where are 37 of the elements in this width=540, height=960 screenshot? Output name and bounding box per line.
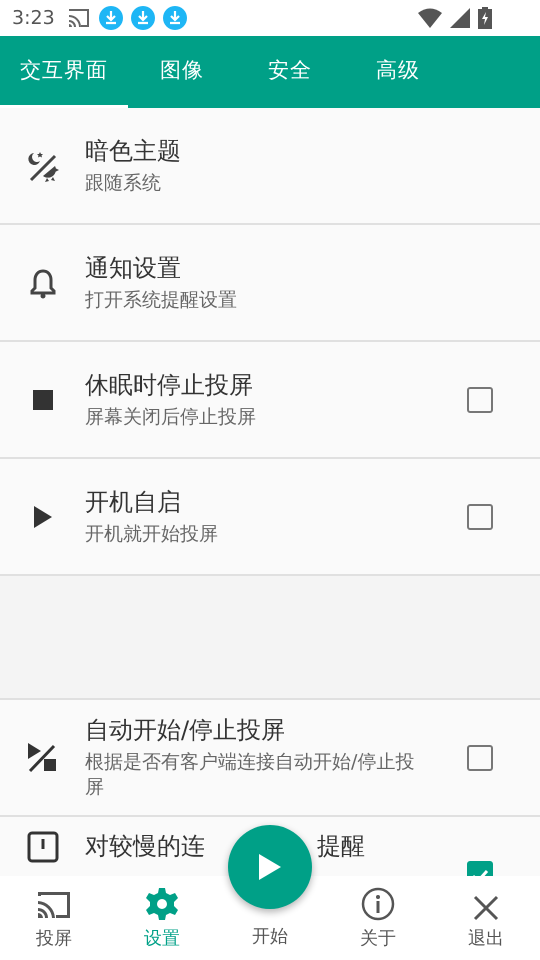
wifi-icon [418,8,442,28]
status-time: 3:23 [12,6,55,31]
nav-label: 开始 [252,925,288,949]
setting-title: 自动开始/停止投屏 [85,715,286,746]
play-stop-icon [28,742,58,772]
nav-tab[interactable]: 退出 [432,876,540,960]
setting-subtitle: 开机就开始投屏 [85,522,219,546]
checkbox[interactable] [467,504,493,530]
setting-title: 暗色主题 [85,136,182,167]
play-icon [259,854,281,880]
setting-title: 对较慢的连 [85,831,205,862]
download-icon [98,6,123,30]
setting-title: 开机自启 [85,486,182,518]
setting-title: 休眠时停止投屏 [85,370,254,401]
signal-icon [450,8,470,28]
close-icon [473,895,499,921]
download-icon [130,6,155,30]
checkbox[interactable] [467,386,493,412]
setting-subtitle: 屏幕关闭后停止投屏 [85,404,257,430]
info-icon [361,887,395,921]
play-icon [34,506,52,528]
checkbox[interactable] [467,744,493,770]
setting-title: 通知设置 [85,252,182,284]
settings-icon [145,887,179,921]
alert-box-icon [26,831,58,863]
cast-icon [66,7,91,29]
bell-icon [28,266,58,298]
nav-tab[interactable]: 投屏 [0,876,108,960]
cast-icon [36,889,72,921]
setting-subtitle: 根据是否有客户端连接自动开始/停止投屏 [85,750,416,800]
nav-tab[interactable]: 关于 [324,876,432,960]
battery-icon [478,7,492,29]
setting-subtitle: 跟随系统 [85,170,162,196]
setting-title: 提醒 [317,831,365,862]
setting-subtitle: 打开系统提醒设置 [85,288,238,312]
square-icon [32,390,52,410]
download-icon [162,6,187,30]
